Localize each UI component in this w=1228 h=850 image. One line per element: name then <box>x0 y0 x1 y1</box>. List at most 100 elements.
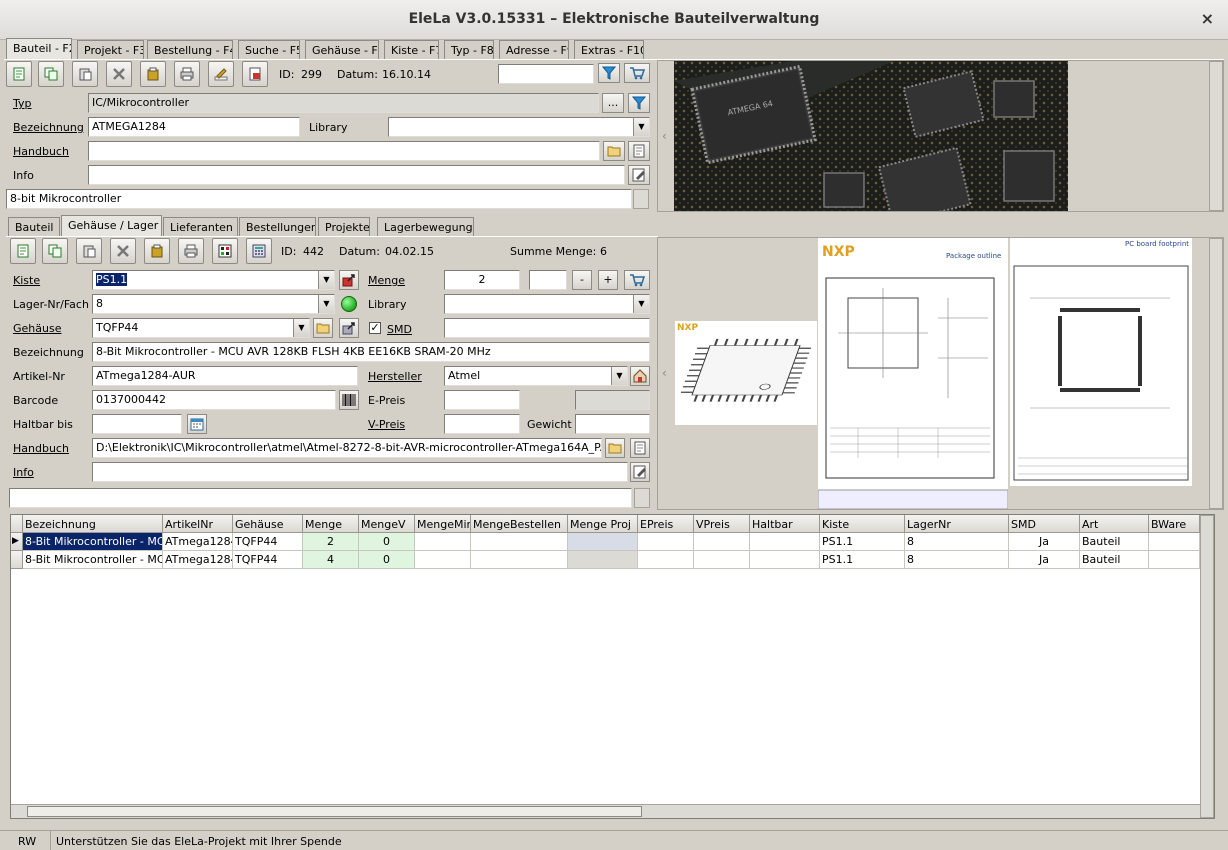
calendar-button[interactable] <box>187 414 207 434</box>
chevron-down-icon[interactable]: ▼ <box>633 118 649 136</box>
cart-button[interactable] <box>624 63 650 83</box>
main-tab[interactable]: Extras - F10 <box>574 40 644 59</box>
storage-info-edit-button[interactable] <box>630 462 650 482</box>
main-tab[interactable]: Projekt - F3 <box>77 40 144 59</box>
hersteller-goto-button[interactable] <box>630 366 650 386</box>
table-cell[interactable]: TQFP44 <box>233 533 303 551</box>
copy-button[interactable] <box>38 61 64 87</box>
main-tab[interactable]: Bauteil - F2 <box>6 38 72 59</box>
epreis-field[interactable] <box>444 390 520 410</box>
library-select[interactable]: ▼ <box>388 117 650 137</box>
menge-step-field[interactable] <box>529 270 567 290</box>
main-tab[interactable]: Kiste - F7 <box>384 40 439 59</box>
column-header[interactable]: LagerNr <box>905 515 1009 533</box>
filter-button[interactable] <box>598 63 620 83</box>
report-button[interactable] <box>242 61 268 87</box>
barcode-print-button[interactable] <box>212 238 238 264</box>
table-cell[interactable]: Ja <box>1009 533 1080 551</box>
storage-memo-scrollbar[interactable] <box>634 488 650 508</box>
description-memo[interactable]: 8-bit Mikrocontroller <box>6 189 632 209</box>
storage-archive-button[interactable] <box>144 238 170 264</box>
chevron-down-icon[interactable]: ▼ <box>318 295 334 313</box>
table-cell[interactable] <box>694 533 750 551</box>
calculator-button[interactable] <box>246 238 272 264</box>
haltbar-field[interactable] <box>92 414 182 434</box>
gehaeuse-select[interactable]: TQFP44 ▼ <box>92 318 310 338</box>
edit-button[interactable] <box>208 61 234 87</box>
table-cell[interactable] <box>1149 533 1200 551</box>
sub-tab[interactable]: Bestellungen <box>239 217 316 236</box>
bezeichnung-field[interactable]: ATMEGA1284 <box>88 117 300 137</box>
kiste-select[interactable]: PS1.1 ▼ <box>92 270 335 290</box>
storage-info-field[interactable] <box>92 462 628 482</box>
column-header[interactable]: MengeMin <box>415 515 471 533</box>
description-scrollbar[interactable] <box>633 189 649 209</box>
hersteller-select[interactable]: Atmel ▼ <box>444 366 628 386</box>
storage-handbuch-field[interactable]: D:\Elektronik\IC\Mikrocontroller\atmel\A… <box>92 438 602 458</box>
table-cell[interactable] <box>750 551 820 569</box>
table-cell[interactable] <box>638 533 694 551</box>
smd-extra-field[interactable] <box>444 318 650 338</box>
sub-tab[interactable]: Lieferanten <box>163 217 238 236</box>
table-cell[interactable]: TQFP44 <box>233 551 303 569</box>
scroll-thumb[interactable] <box>27 806 642 817</box>
sub-tab[interactable]: Bauteil <box>8 217 60 236</box>
table-cell[interactable] <box>568 533 638 551</box>
menge-minus-button[interactable]: - <box>572 270 592 290</box>
storage-handbuch-doc-button[interactable] <box>630 438 650 458</box>
artikel-field[interactable]: ATmega1284-AUR <box>92 366 358 386</box>
column-header[interactable]: Art <box>1080 515 1149 533</box>
gehaeuse-open-button[interactable] <box>313 318 333 338</box>
quick-search-input[interactable] <box>498 64 594 84</box>
handbuch-open-button[interactable] <box>603 141 625 161</box>
sub-tab[interactable]: Lagerbewegung <box>377 217 474 236</box>
column-header[interactable]: ArtikelNr <box>163 515 233 533</box>
column-header[interactable]: Menge Proj <box>568 515 638 533</box>
package-scrollbar[interactable] <box>1209 238 1223 509</box>
column-header[interactable]: Gehäuse <box>233 515 303 533</box>
storage-library-select[interactable]: ▼ <box>444 294 650 314</box>
table-cell[interactable] <box>750 533 820 551</box>
table-cell[interactable]: 8 <box>905 551 1009 569</box>
column-header[interactable]: BWare <box>1149 515 1200 533</box>
column-header[interactable]: VPreis <box>694 515 750 533</box>
table-cell[interactable] <box>415 533 471 551</box>
table-cell[interactable] <box>694 551 750 569</box>
row-indicator[interactable]: ▶ <box>11 533 23 551</box>
info-edit-button[interactable] <box>628 165 650 185</box>
paste-button[interactable] <box>72 61 98 87</box>
table-cell[interactable]: ATmega1284- <box>163 533 233 551</box>
typ-browse-button[interactable]: ... <box>602 93 624 113</box>
typ-field[interactable]: IC/Mikrocontroller <box>88 93 599 113</box>
prev-package-arrow[interactable]: ‹ <box>662 366 667 380</box>
prev-image-arrow[interactable]: ‹ <box>662 129 667 143</box>
info-field[interactable] <box>88 165 625 185</box>
storage-cart-button[interactable] <box>624 270 650 290</box>
table-cell[interactable]: Bauteil <box>1080 533 1149 551</box>
sub-tab[interactable]: Gehäuse / Lager <box>61 215 162 236</box>
column-header[interactable]: MengeBestellen <box>471 515 568 533</box>
chevron-down-icon[interactable]: ▼ <box>318 271 334 289</box>
archive-button[interactable] <box>140 61 166 87</box>
main-tab[interactable]: Gehäuse - F6 <box>305 40 379 59</box>
barcode-field[interactable]: 0137000442 <box>92 390 336 410</box>
table-cell[interactable] <box>1149 551 1200 569</box>
table-cell[interactable] <box>471 533 568 551</box>
table-cell[interactable]: 0 <box>359 533 415 551</box>
gewicht-field[interactable] <box>575 414 650 434</box>
handbuch-doc-button[interactable] <box>628 141 650 161</box>
storage-memo[interactable] <box>9 488 632 508</box>
table-cell[interactable]: ATmega1284I <box>163 551 233 569</box>
table-cell[interactable]: 4 <box>303 551 359 569</box>
gehaeuse-goto-button[interactable] <box>339 318 359 338</box>
bez-field[interactable]: 8-Bit Mikrocontroller - MCU AVR 128KB FL… <box>92 342 650 362</box>
typ-filter-button[interactable] <box>628 93 650 113</box>
table-cell[interactable]: Bauteil <box>1080 551 1149 569</box>
print-button[interactable] <box>174 61 200 87</box>
table-cell[interactable]: PS1.1 <box>820 551 905 569</box>
table-cell[interactable]: Ja <box>1009 551 1080 569</box>
table-horizontal-scrollbar[interactable] <box>11 804 1200 818</box>
chevron-down-icon[interactable]: ▼ <box>633 295 649 313</box>
table-cell[interactable] <box>568 551 638 569</box>
table-cell[interactable] <box>415 551 471 569</box>
